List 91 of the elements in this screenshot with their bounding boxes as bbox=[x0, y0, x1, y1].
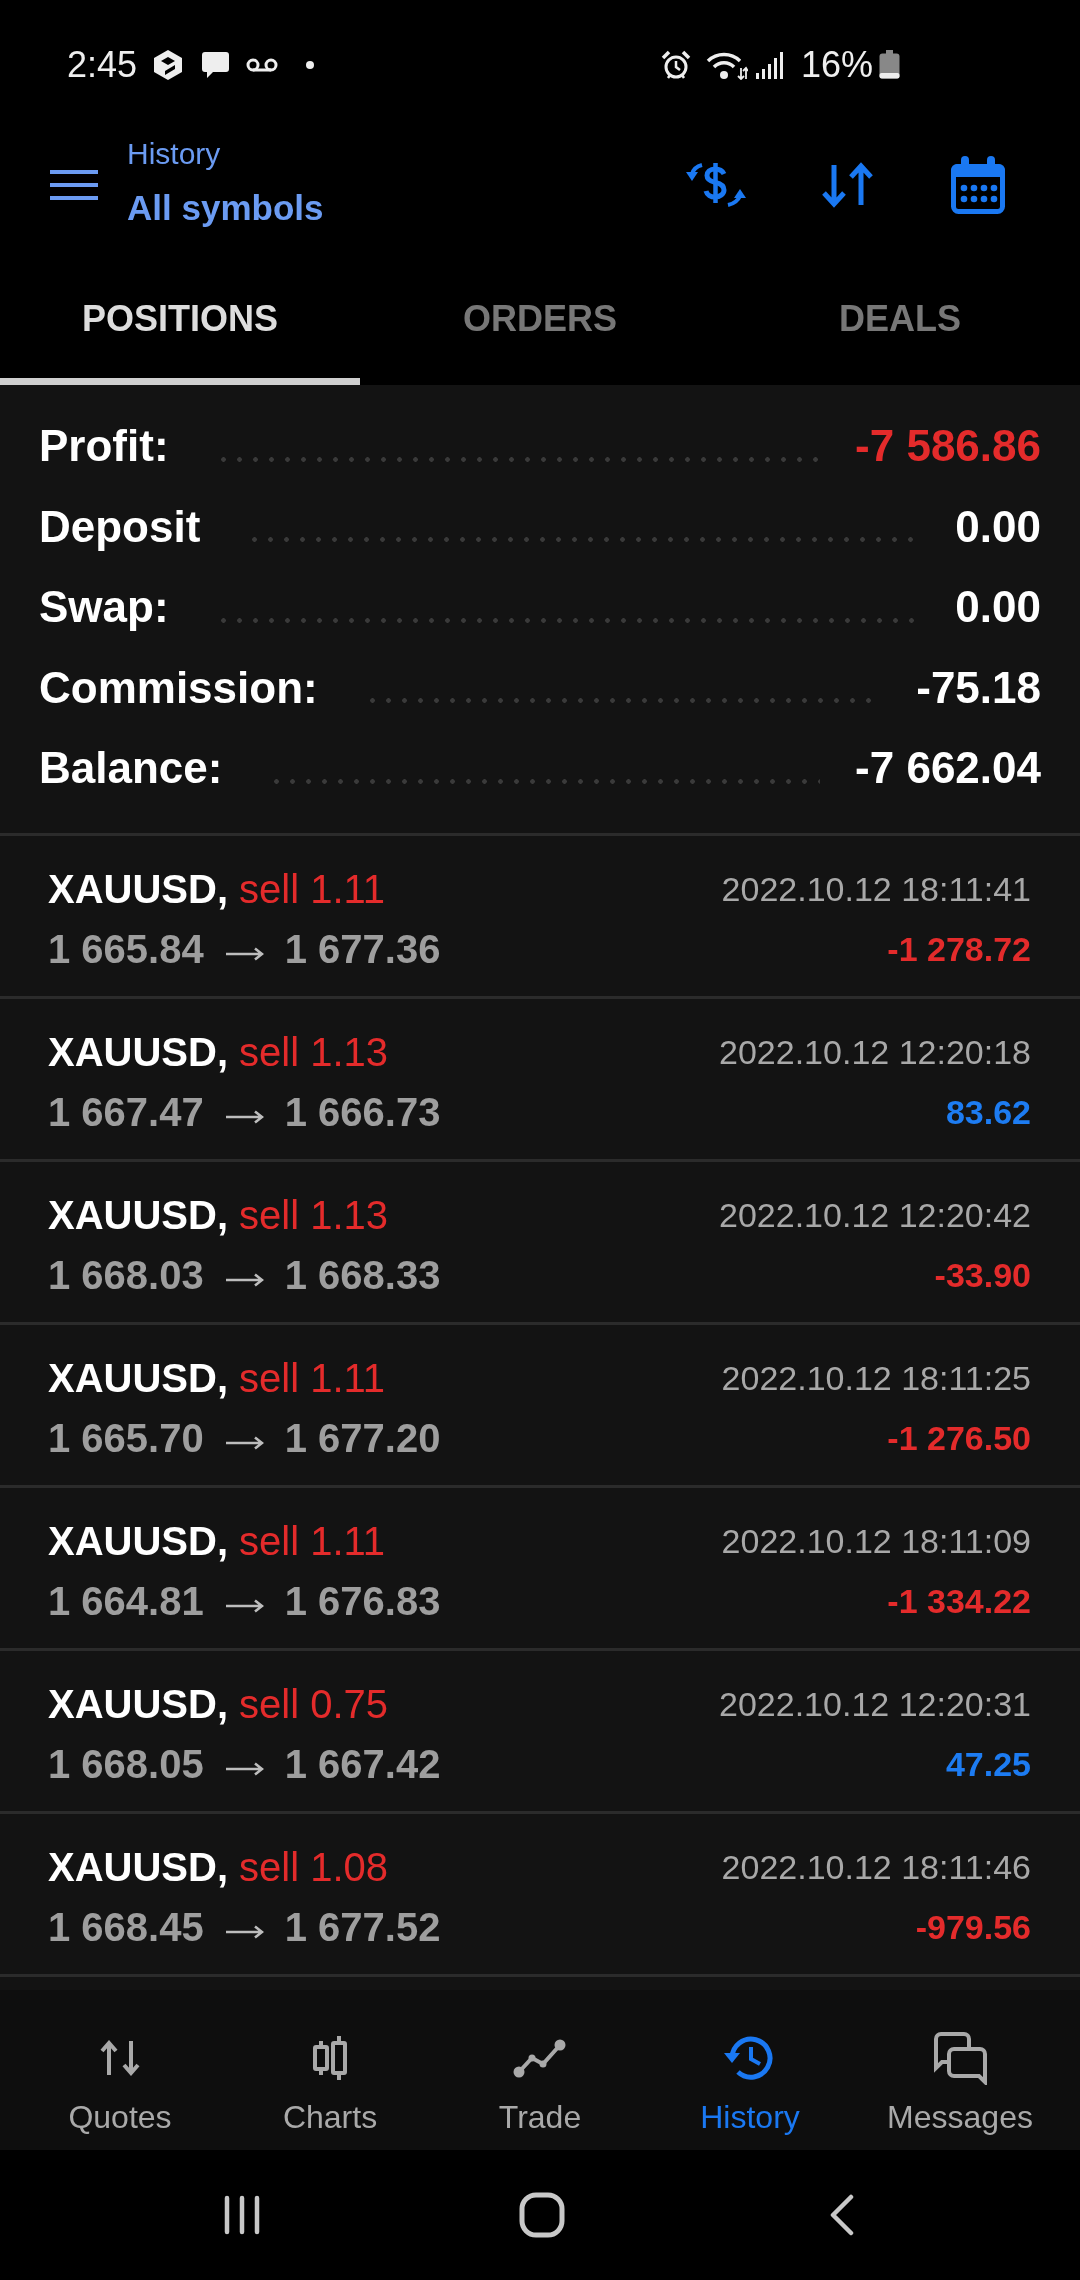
header-title[interactable]: All symbols bbox=[127, 183, 324, 232]
signal-icon bbox=[754, 51, 783, 79]
calendar-button[interactable] bbox=[948, 155, 1008, 215]
time-text: 2022.10.12 18:11:25 bbox=[721, 1360, 1031, 1395]
right-arrow-icon bbox=[225, 946, 264, 961]
profit-value: -979.56 bbox=[915, 1909, 1031, 1944]
open-price: 1 665.70 bbox=[48, 1417, 204, 1458]
summary-label: Balance: bbox=[39, 746, 223, 791]
symbol-text: XAUUSD, bbox=[48, 1031, 229, 1072]
time-text: 2022.10.12 18:11:09 bbox=[721, 1523, 1031, 1558]
alarm-clock-icon bbox=[660, 50, 691, 80]
order-text: sell 1.11 bbox=[239, 868, 386, 909]
close-price: 1 677.36 bbox=[284, 928, 441, 969]
menu-icon bbox=[50, 169, 98, 201]
time-text: 2022.10.12 12:20:31 bbox=[719, 1686, 1031, 1721]
tab[interactable]: ORDERS bbox=[360, 280, 720, 385]
open-price: 1 668.05 bbox=[48, 1743, 204, 1784]
symbol-text: XAUUSD, bbox=[48, 1846, 229, 1887]
summary-label: Profit: bbox=[39, 424, 169, 469]
symbol-text: XAUUSD, bbox=[48, 868, 229, 909]
summary-label: Commission: bbox=[39, 665, 318, 710]
chevron-left-icon bbox=[829, 2194, 855, 2236]
right-arrow-icon bbox=[225, 1435, 264, 1450]
right-arrow-icon bbox=[225, 1598, 264, 1613]
symbol-text: XAUUSD, bbox=[48, 1357, 229, 1398]
profit-value: 47.25 bbox=[945, 1746, 1031, 1781]
battery-icon bbox=[878, 50, 901, 80]
profit-value: -1 334.22 bbox=[887, 1583, 1031, 1618]
battery-text: 16% bbox=[800, 47, 873, 83]
time-text: 2022.10.12 18:11:41 bbox=[721, 871, 1031, 906]
close-price: 1 666.73 bbox=[284, 1091, 441, 1132]
line-chart-icon bbox=[513, 2038, 567, 2078]
profit-value: -1 276.50 bbox=[887, 1420, 1031, 1455]
symbol-text: XAUUSD, bbox=[48, 1683, 229, 1724]
up-down-arrows-icon bbox=[820, 162, 875, 208]
summary-value: 0.00 bbox=[955, 504, 1041, 549]
nav-tab[interactable]: Quotes bbox=[15, 1990, 225, 2150]
chat-icon bbox=[201, 51, 231, 79]
right-arrow-icon bbox=[225, 1109, 264, 1124]
time-text: 2:45 bbox=[67, 47, 138, 83]
right-arrow-icon bbox=[225, 1761, 264, 1776]
voicemail-icon bbox=[246, 58, 279, 72]
tab[interactable]: DEALS bbox=[720, 280, 1080, 385]
summary-label: Swap: bbox=[39, 585, 169, 630]
wifi-icon bbox=[705, 50, 748, 80]
order-text: sell 1.11 bbox=[239, 1357, 386, 1398]
symbol-text: XAUUSD, bbox=[48, 1194, 229, 1235]
nav-tab[interactable]: Trade bbox=[435, 1990, 645, 2150]
order-text: sell 0.75 bbox=[239, 1683, 388, 1724]
summary-value: -75.18 bbox=[916, 665, 1041, 710]
order-text: sell 1.13 bbox=[239, 1031, 388, 1072]
rounded-square-icon bbox=[519, 2192, 565, 2238]
hexagon-icon bbox=[153, 49, 184, 81]
chat-bubbles-icon bbox=[932, 2031, 988, 2085]
close-price: 1 667.42 bbox=[284, 1743, 441, 1784]
dot-icon bbox=[306, 61, 315, 69]
back-button[interactable] bbox=[829, 2194, 855, 2236]
close-price: 1 668.33 bbox=[284, 1254, 441, 1295]
header-subtitle: History bbox=[127, 138, 221, 169]
open-price: 1 668.45 bbox=[48, 1906, 204, 1947]
symbol-text: XAUUSD, bbox=[48, 1520, 229, 1561]
order-text: sell 1.08 bbox=[239, 1846, 388, 1887]
summary-value: -7 586.86 bbox=[855, 424, 1041, 469]
close-price: 1 677.52 bbox=[284, 1906, 441, 1947]
time-text: 2022.10.12 12:20:42 bbox=[719, 1197, 1031, 1232]
order-text: sell 1.11 bbox=[239, 1520, 386, 1561]
summary-label: Deposit bbox=[39, 504, 201, 549]
order-text: sell 1.13 bbox=[239, 1194, 388, 1235]
nav-tab[interactable]: History bbox=[645, 1990, 855, 2150]
open-price: 1 667.47 bbox=[48, 1091, 204, 1132]
open-price: 1 665.84 bbox=[48, 928, 204, 969]
right-arrow-icon bbox=[225, 1924, 264, 1939]
profit-value: 83.62 bbox=[945, 1094, 1031, 1129]
summary-value: -7 662.04 bbox=[855, 746, 1041, 791]
time-text: 2022.10.12 18:11:46 bbox=[721, 1849, 1031, 1884]
profit-value: -33.90 bbox=[934, 1257, 1031, 1292]
right-arrow-icon bbox=[225, 1272, 264, 1287]
menu-button[interactable] bbox=[50, 169, 98, 201]
nav-tab[interactable]: Messages bbox=[855, 1990, 1065, 2150]
open-price: 1 668.03 bbox=[48, 1254, 204, 1295]
home-button[interactable] bbox=[519, 2192, 565, 2238]
time-text: 2022.10.12 12:20:18 bbox=[719, 1034, 1031, 1069]
nav-tab[interactable]: Charts bbox=[225, 1990, 435, 2150]
profit-value: -1 278.72 bbox=[887, 931, 1031, 966]
summary-value: 0.00 bbox=[955, 585, 1041, 630]
close-price: 1 677.20 bbox=[284, 1417, 441, 1458]
sort-button[interactable] bbox=[820, 162, 875, 208]
close-price: 1 676.83 bbox=[284, 1580, 441, 1621]
calendar-icon bbox=[948, 155, 1008, 215]
up-down-arrows-icon bbox=[99, 2040, 141, 2076]
open-price: 1 664.81 bbox=[48, 1580, 204, 1621]
